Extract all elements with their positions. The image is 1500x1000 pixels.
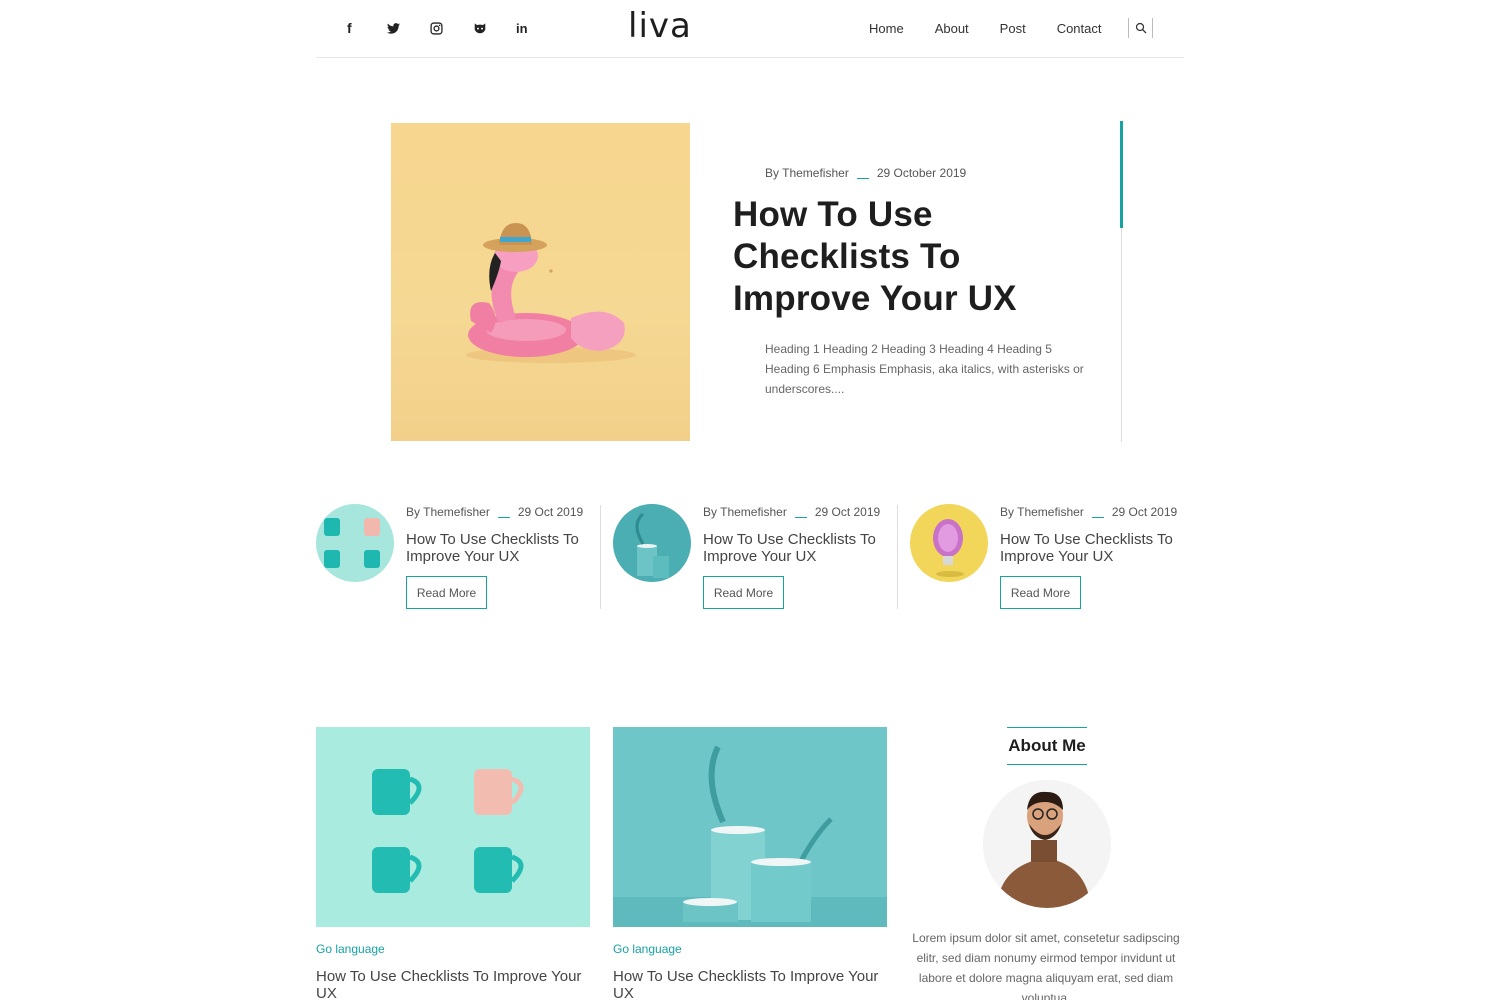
nav-post[interactable]: Post — [1000, 21, 1026, 36]
hero-title[interactable]: How To Use Checklists To Improve Your UX — [733, 194, 1063, 320]
meta-divider — [1091, 516, 1104, 518]
about-text: Lorem ipsum dolor sit amet, consetetur s… — [912, 931, 1180, 1000]
meta-divider — [794, 516, 807, 518]
post-author: By Themefisher — [703, 505, 787, 519]
card-image-mugs[interactable] — [316, 727, 590, 927]
read-more-button[interactable]: Read More — [406, 576, 487, 609]
nav-contact[interactable]: Contact — [1057, 21, 1102, 36]
nav-home[interactable]: Home — [869, 21, 904, 36]
social-links: f in — [344, 19, 559, 37]
post-date: 29 Oct 2019 — [814, 505, 881, 519]
post-date: 29 Oct 2019 — [1111, 505, 1178, 519]
twitter-icon[interactable] — [387, 19, 430, 37]
hero-date: 29 October 2019 — [876, 166, 967, 180]
about-title: About Me — [1007, 727, 1087, 765]
card-title[interactable]: How To Use Checklists To Improve Your UX — [316, 968, 590, 1000]
post-author: By Themefisher — [1000, 505, 1084, 519]
search-button[interactable] — [1128, 18, 1153, 38]
main-nav: Home About Post Contact — [869, 21, 1102, 36]
card-category[interactable]: Go language — [316, 942, 385, 956]
card-image-podium[interactable] — [613, 727, 887, 927]
avatar — [983, 780, 1111, 908]
meta-divider — [497, 516, 510, 518]
card-title[interactable]: How To Use Checklists To Improve Your UX — [613, 968, 887, 1000]
hero-meta: By Themefisher 29 October 2019 — [765, 166, 966, 180]
card-category[interactable]: Go language — [613, 942, 682, 956]
read-more-button[interactable]: Read More — [1000, 576, 1081, 609]
post-thumbnail[interactable] — [910, 504, 988, 582]
nav-about[interactable]: About — [935, 21, 969, 36]
hero-excerpt: Heading 1 Heading 2 Heading 3 Heading 4 … — [765, 342, 1084, 396]
post-title[interactable]: How To Use Checklists To Improve Your UX — [703, 531, 888, 565]
post-separator — [897, 505, 898, 609]
instagram-icon[interactable] — [430, 19, 473, 37]
site-logo[interactable]: liva — [628, 6, 692, 46]
search-icon — [1135, 22, 1146, 34]
post-author: By Themefisher — [406, 505, 490, 519]
post-thumbnail[interactable] — [613, 504, 691, 582]
post-date: 29 Oct 2019 — [517, 505, 584, 519]
hero-accent-bar — [1120, 121, 1123, 228]
github-icon[interactable] — [473, 19, 516, 37]
hero-author: By Themefisher — [765, 166, 849, 180]
meta-divider — [856, 177, 869, 179]
post-title[interactable]: How To Use Checklists To Improve Your UX — [406, 531, 591, 565]
linkedin-icon[interactable]: in — [516, 19, 559, 37]
small-post-3: By Themefisher 29 Oct 2019 How To Use Ch… — [910, 503, 1195, 613]
facebook-icon[interactable]: f — [344, 19, 387, 37]
small-post-1: By Themefisher 29 Oct 2019 How To Use Ch… — [316, 503, 601, 613]
post-thumbnail[interactable] — [316, 504, 394, 582]
post-meta: By Themefisher 29 Oct 2019 — [703, 505, 880, 519]
post-separator — [600, 505, 601, 609]
site-header: f in liva Home About Post Contact — [316, 0, 1184, 58]
post-title[interactable]: How To Use Checklists To Improve Your UX — [1000, 531, 1185, 565]
small-post-2: By Themefisher 29 Oct 2019 How To Use Ch… — [613, 503, 898, 613]
post-meta: By Themefisher 29 Oct 2019 — [1000, 505, 1177, 519]
read-more-button[interactable]: Read More — [703, 576, 784, 609]
hero-image[interactable] — [391, 123, 690, 441]
post-meta: By Themefisher 29 Oct 2019 — [406, 505, 583, 519]
